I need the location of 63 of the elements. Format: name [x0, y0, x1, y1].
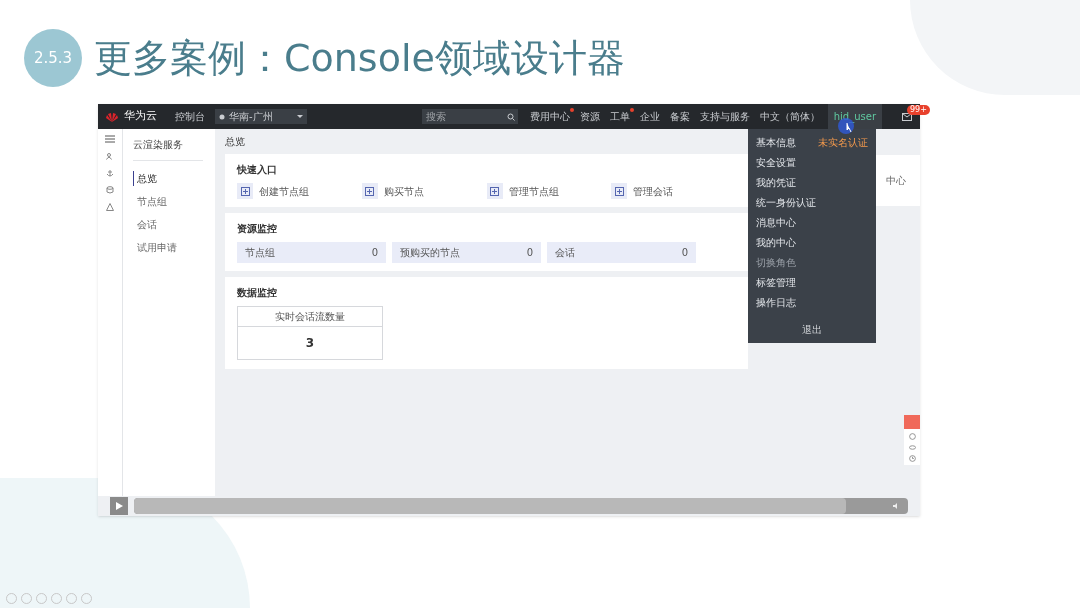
- stat-value: 0: [371, 246, 378, 260]
- nav-link[interactable]: 支持与服务: [699, 109, 750, 124]
- menu-item: 切换角色: [756, 256, 796, 270]
- sidebar-item[interactable]: 节点组: [133, 194, 215, 209]
- message-icon[interactable]: [902, 112, 912, 121]
- nav-link[interactable]: 中文（简体）: [759, 109, 820, 124]
- menu-item[interactable]: 基本信息: [756, 135, 796, 150]
- console-link[interactable]: 控制台: [175, 109, 205, 124]
- play-icon: [115, 502, 123, 510]
- page-title: 总览: [225, 135, 246, 148]
- metric-value: 3: [305, 335, 315, 352]
- database-icon[interactable]: [106, 186, 114, 194]
- section-number: 2.5.3: [24, 29, 82, 87]
- quick-entry-button[interactable]: 购买节点: [361, 183, 487, 199]
- location-icon: [219, 113, 225, 120]
- search-icon: [506, 113, 515, 121]
- people-icon[interactable]: [106, 152, 114, 160]
- card-title: 快速入口: [237, 163, 278, 177]
- nav-link[interactable]: 备案: [669, 109, 690, 124]
- stat-value: 0: [681, 246, 688, 260]
- quick-entry-button[interactable]: 创建节点组: [237, 183, 362, 199]
- add-icon: [361, 183, 378, 199]
- menu-item[interactable]: 操作日志: [756, 295, 796, 310]
- volume-icon[interactable]: [893, 503, 900, 509]
- card-title: 资源监控: [237, 222, 278, 236]
- play-button[interactable]: [110, 497, 128, 515]
- menu-icon[interactable]: [105, 135, 115, 143]
- logo-icon: [106, 110, 118, 123]
- verification-link[interactable]: 未实名认证: [818, 135, 868, 150]
- logout-link[interactable]: 退出: [802, 322, 822, 337]
- search-field[interactable]: 搜索: [421, 109, 518, 124]
- sidebar-title: 云渲染服务: [133, 137, 203, 161]
- nav-link[interactable]: 工单: [609, 109, 630, 124]
- stat-value: 0: [526, 246, 533, 260]
- region-selector[interactable]: 华南-广州: [215, 109, 307, 124]
- caret-icon: [297, 115, 303, 118]
- clock-icon[interactable]: [908, 455, 916, 462]
- metric-label: 实时会话流数量: [275, 310, 345, 324]
- notification-badge: 99+: [907, 104, 930, 115]
- add-icon: [486, 183, 503, 199]
- nav-link[interactable]: 费用中心: [529, 109, 570, 124]
- brand-name: 华为云: [124, 108, 157, 125]
- stat-label: 预购买的节点: [400, 246, 460, 260]
- menu-item[interactable]: 我的凭证: [756, 175, 796, 190]
- menu-item[interactable]: 安全设置: [756, 155, 796, 170]
- stat-label: 会话: [555, 246, 575, 260]
- menu-item[interactable]: 消息中心: [756, 215, 796, 230]
- anchor-icon[interactable]: [106, 169, 114, 177]
- menu-item[interactable]: 我的中心: [756, 235, 796, 250]
- nav-link[interactable]: 企业: [639, 109, 660, 124]
- stat-label: 节点组: [245, 246, 275, 260]
- eye-icon[interactable]: [908, 444, 916, 451]
- sidebar-item[interactable]: 试用申请: [133, 240, 215, 255]
- warning-icon[interactable]: [106, 203, 114, 211]
- add-icon: [611, 183, 628, 199]
- sidebar-item[interactable]: 会话: [133, 217, 215, 232]
- card-title: 数据监控: [237, 286, 278, 300]
- slide-title: 更多案例：Console领域设计器: [94, 34, 625, 82]
- quick-entry-button[interactable]: 管理节点组: [486, 183, 612, 199]
- quick-entry-button[interactable]: 管理会话: [611, 183, 736, 199]
- nav-link[interactable]: 资源: [579, 109, 600, 124]
- add-icon: [237, 183, 253, 199]
- menu-item[interactable]: 标签管理: [756, 275, 796, 290]
